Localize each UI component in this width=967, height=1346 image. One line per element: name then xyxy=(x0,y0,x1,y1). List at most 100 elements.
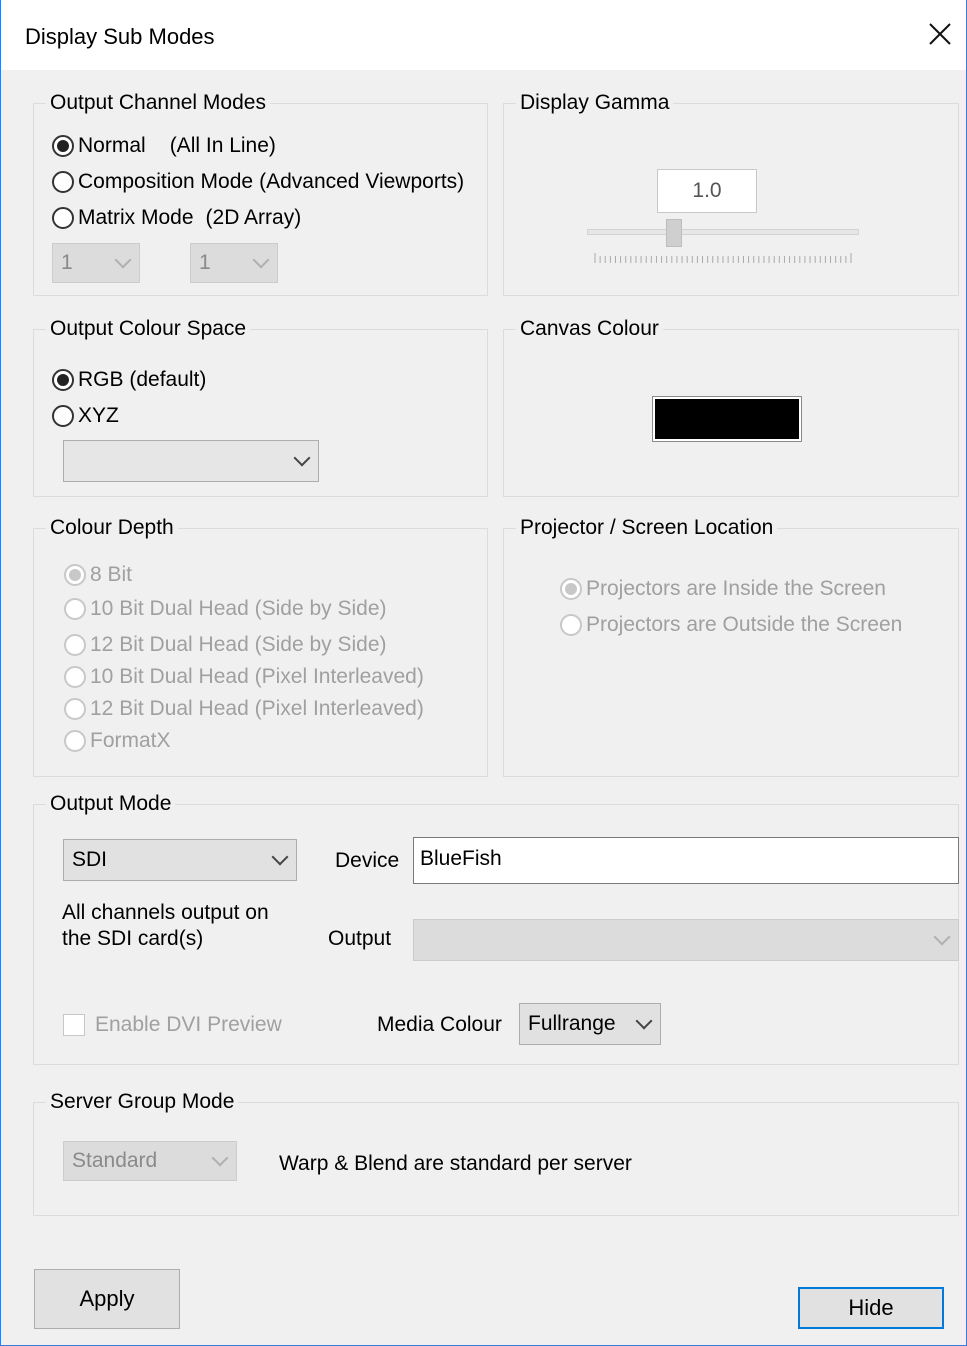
device-field[interactable]: BlueFish xyxy=(413,837,959,884)
canvas-colour-group: Canvas Colour xyxy=(503,316,959,497)
gamma-slider-ticks xyxy=(594,253,852,263)
radio-10-bit-sbs-indicator[interactable] xyxy=(64,598,86,620)
output-mode-legend: Output Mode xyxy=(46,791,176,817)
output-mode-select[interactable]: SDI xyxy=(63,839,297,881)
radio-projectors-outside-label: Projectors are Outside the Screen xyxy=(586,613,903,636)
output-channel-modes-legend: Output Channel Modes xyxy=(46,90,270,116)
output-mode-group: Output Mode SDI Device BlueFish All chan… xyxy=(33,791,959,1065)
radio-8-bit[interactable]: 8 Bit xyxy=(64,563,132,587)
radio-10-bit-side-by-side[interactable]: 10 Bit Dual Head (Side by Side) xyxy=(64,597,387,621)
chevron-down-icon xyxy=(114,251,132,269)
radio-rgb[interactable]: RGB (default) xyxy=(52,368,206,392)
device-value: BlueFish xyxy=(420,847,502,870)
radio-normal-indicator[interactable] xyxy=(52,135,74,157)
server-group-mode-value: Standard xyxy=(72,1149,158,1172)
radio-10-bit-interleaved-indicator[interactable] xyxy=(64,666,86,688)
hide-button[interactable]: Hide xyxy=(798,1287,944,1329)
gamma-slider-thumb[interactable] xyxy=(666,219,682,247)
radio-rgb-indicator[interactable] xyxy=(52,369,74,391)
radio-formatx-indicator[interactable] xyxy=(64,730,86,752)
output-mode-value: SDI xyxy=(72,848,108,871)
media-colour-value: Fullrange xyxy=(528,1012,616,1035)
radio-12-bit-side-by-side[interactable]: 12 Bit Dual Head (Side by Side) xyxy=(64,633,387,657)
canvas-colour-legend: Canvas Colour xyxy=(516,316,663,342)
gamma-slider-track xyxy=(587,229,859,235)
radio-12-bit-interleaved-indicator[interactable] xyxy=(64,698,86,720)
output-label: Output xyxy=(328,927,392,950)
radio-composition-indicator[interactable] xyxy=(52,171,74,193)
display-gamma-group: Display Gamma 1.0 xyxy=(503,90,959,296)
colour-depth-legend: Colour Depth xyxy=(46,515,178,541)
radio-formatx[interactable]: FormatX xyxy=(64,729,171,753)
radio-12-bit-sbs-indicator[interactable] xyxy=(64,634,86,656)
device-label: Device xyxy=(335,849,400,872)
server-group-mode-legend: Server Group Mode xyxy=(46,1089,239,1115)
media-colour-label: Media Colour xyxy=(377,1013,502,1036)
gamma-value: 1.0 xyxy=(692,179,722,202)
server-group-mode-description: Warp & Blend are standard per server xyxy=(279,1152,632,1175)
radio-formatx-label: FormatX xyxy=(90,729,171,752)
radio-projectors-outside-indicator[interactable] xyxy=(560,614,582,636)
radio-projectors-inside-indicator[interactable] xyxy=(560,578,582,600)
radio-normal-label: Normal xyxy=(78,134,146,157)
radio-normal-note: (All In Line) xyxy=(169,134,276,157)
radio-composition-note: (Advanced Viewports) xyxy=(259,170,465,193)
colour-depth-group: Colour Depth 8 Bit 10 Bit Dual Head (Sid… xyxy=(33,515,488,777)
output-colour-space-group: Output Colour Space RGB (default) XYZ xyxy=(33,316,488,497)
output-colour-space-legend: Output Colour Space xyxy=(46,316,251,342)
radio-matrix-mode[interactable]: Matrix Mode (2D Array) xyxy=(52,206,301,230)
radio-composition-mode[interactable]: Composition Mode (Advanced Viewports) xyxy=(52,170,464,194)
server-group-mode-group: Server Group Mode Standard Warp & Blend … xyxy=(33,1089,959,1216)
chevron-down-icon xyxy=(252,251,270,269)
matrix-columns-select[interactable]: 1 xyxy=(52,243,140,283)
matrix-rows-select[interactable]: 1 xyxy=(190,243,278,283)
matrix-rows-value: 1 xyxy=(199,251,211,274)
radio-normal[interactable]: Normal (All In Line) xyxy=(52,134,276,158)
output-mode-description-line2: the SDI card(s) xyxy=(62,927,204,950)
dvi-preview-checkbox-box[interactable] xyxy=(63,1014,85,1036)
radio-12-bit-interleaved-label: 12 Bit Dual Head (Pixel Interleaved) xyxy=(90,697,424,720)
chevron-down-icon xyxy=(211,1149,229,1167)
apply-button[interactable]: Apply xyxy=(34,1269,180,1329)
matrix-columns-value: 1 xyxy=(61,251,73,274)
radio-composition-label: Composition Mode xyxy=(78,170,254,193)
title-bar: Display Sub Modes xyxy=(1,0,966,70)
chevron-down-icon xyxy=(271,848,289,866)
radio-projectors-inside-label: Projectors are Inside the Screen xyxy=(586,577,886,600)
chevron-down-icon xyxy=(293,449,311,467)
radio-10-bit-interleaved-label: 10 Bit Dual Head (Pixel Interleaved) xyxy=(90,665,424,688)
canvas-colour-swatch[interactable] xyxy=(652,396,802,442)
radio-matrix-label: Matrix Mode xyxy=(78,206,194,229)
gamma-slider[interactable] xyxy=(587,219,859,269)
projector-location-legend: Projector / Screen Location xyxy=(516,515,778,541)
projector-location-group: Projector / Screen Location Projectors a… xyxy=(503,515,959,777)
chevron-down-icon xyxy=(635,1012,653,1030)
radio-xyz-label: XYZ xyxy=(78,404,119,427)
radio-xyz[interactable]: XYZ xyxy=(52,404,119,428)
window-title: Display Sub Modes xyxy=(25,24,215,49)
gamma-value-field[interactable]: 1.0 xyxy=(657,169,757,213)
server-group-mode-select[interactable]: Standard xyxy=(63,1141,237,1181)
radio-matrix-note: (2D Array) xyxy=(205,206,302,229)
radio-8-bit-indicator[interactable] xyxy=(64,564,86,586)
radio-8-bit-label: 8 Bit xyxy=(90,563,133,586)
radio-10-bit-interleaved[interactable]: 10 Bit Dual Head (Pixel Interleaved) xyxy=(64,665,424,689)
radio-xyz-indicator[interactable] xyxy=(52,405,74,427)
dvi-preview-label: Enable DVI Preview xyxy=(95,1013,282,1036)
close-icon[interactable] xyxy=(920,14,960,54)
radio-projectors-outside[interactable]: Projectors are Outside the Screen xyxy=(560,613,902,637)
radio-12-bit-interleaved[interactable]: 12 Bit Dual Head (Pixel Interleaved) xyxy=(64,697,424,721)
enable-dvi-preview-checkbox[interactable]: Enable DVI Preview xyxy=(63,1013,282,1037)
dialog-window: Display Sub Modes Output Channel Modes N… xyxy=(0,0,967,1346)
radio-matrix-indicator[interactable] xyxy=(52,207,74,229)
chevron-down-icon xyxy=(933,928,951,946)
output-mode-description-line1: All channels output on xyxy=(62,901,269,924)
radio-12-bit-sbs-label: 12 Bit Dual Head (Side by Side) xyxy=(90,633,387,656)
radio-10-bit-sbs-label: 10 Bit Dual Head (Side by Side) xyxy=(90,597,387,620)
media-colour-select[interactable]: Fullrange xyxy=(519,1003,661,1045)
output-select[interactable] xyxy=(413,919,959,961)
display-gamma-legend: Display Gamma xyxy=(516,90,674,116)
radio-projectors-inside[interactable]: Projectors are Inside the Screen xyxy=(560,577,886,601)
output-channel-modes-group: Output Channel Modes Normal (All In Line… xyxy=(33,90,488,296)
xyz-select[interactable] xyxy=(63,440,319,482)
